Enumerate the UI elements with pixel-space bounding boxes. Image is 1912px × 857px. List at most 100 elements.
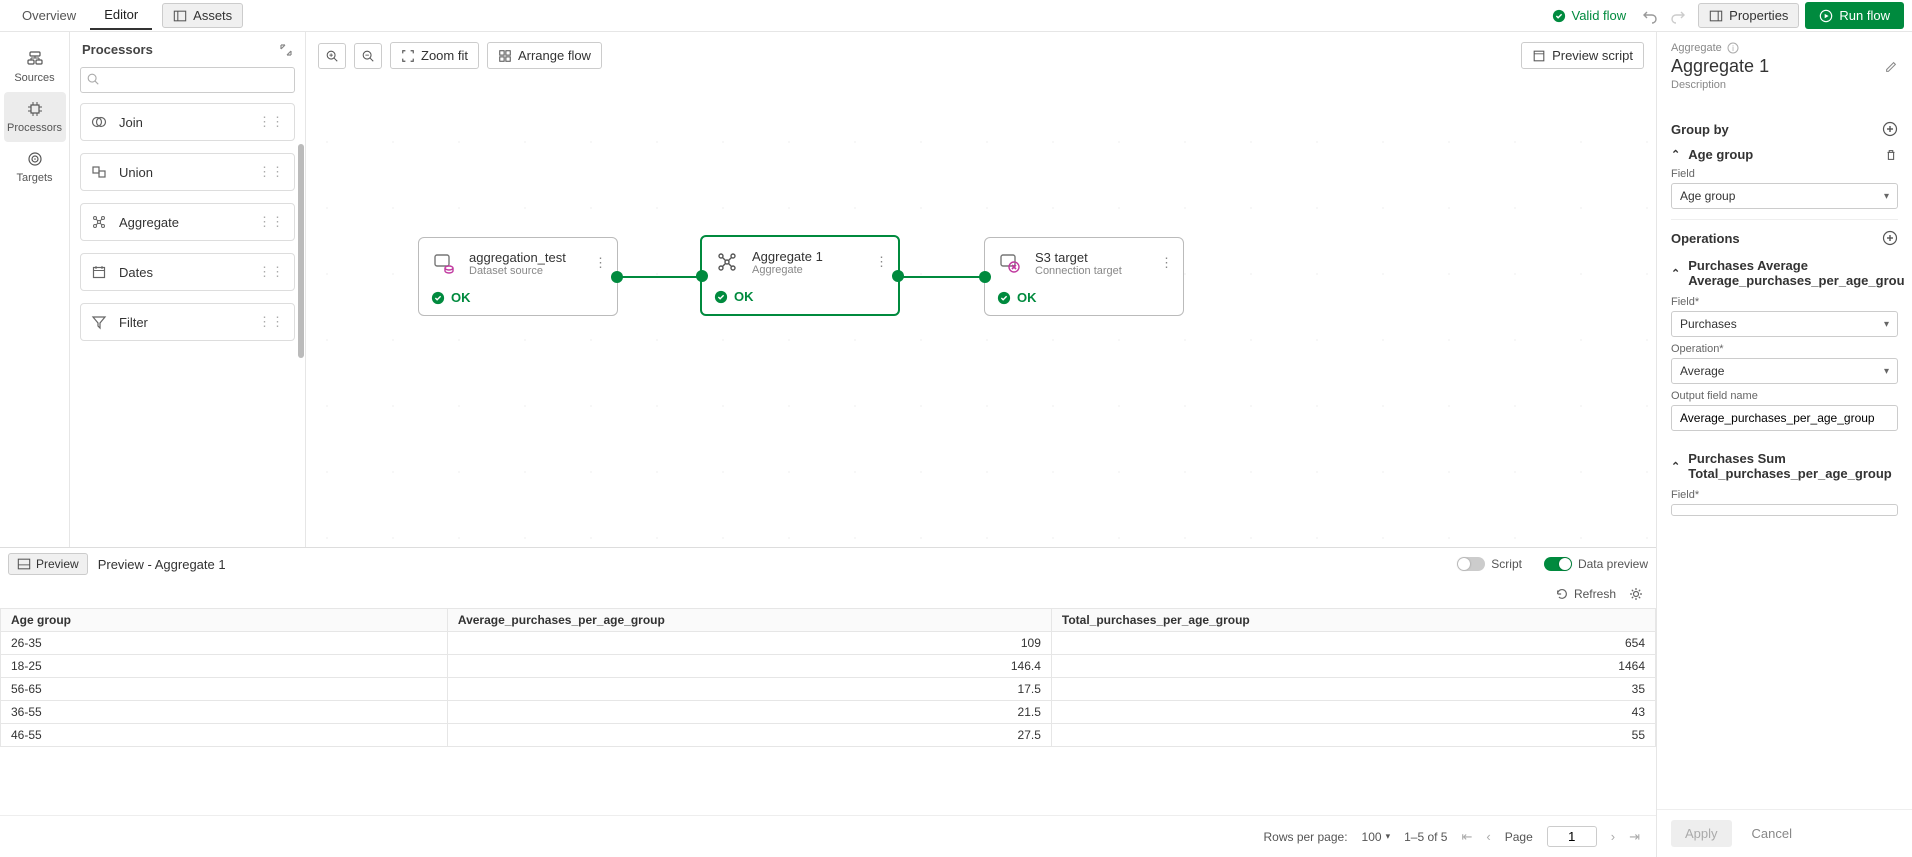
apply-button[interactable]: Apply [1671,820,1732,847]
processors-scrollbar[interactable] [298,144,304,358]
rail-processors[interactable]: Processors [4,92,66,142]
calendar-icon [91,264,107,280]
table-header[interactable]: Age group [1,609,448,632]
table-cell: 55 [1051,724,1655,747]
node-source[interactable]: aggregation_test Dataset source ⋮ OK [418,237,618,316]
refresh-icon [1555,587,1569,601]
node-menu-button[interactable]: ⋮ [594,255,607,271]
trash-icon[interactable] [1884,148,1898,162]
panel-icon [173,9,187,23]
add-icon[interactable] [1882,230,1898,246]
join-icon [91,114,107,130]
info-icon[interactable]: i [1727,42,1739,54]
table-row[interactable]: 46-5527.555 [1,724,1656,747]
table-cell: 26-35 [1,632,448,655]
arrange-flow-button[interactable]: Arrange flow [487,42,602,69]
groupby-field-select[interactable]: Age group ▾ [1671,183,1898,209]
node-aggregate[interactable]: Aggregate 1 Aggregate ⋮ OK [700,235,900,316]
port-out[interactable] [611,271,623,283]
page-label: Page [1505,830,1533,844]
preview-script-button[interactable]: Preview script [1521,42,1644,69]
processor-item-dates[interactable]: Dates ⋮⋮ [80,253,295,291]
processor-item-aggregate[interactable]: Aggregate ⋮⋮ [80,203,295,241]
port-out[interactable] [892,270,904,282]
table-cell: 18-25 [1,655,448,678]
table-row[interactable]: 36-5521.543 [1,701,1656,724]
operation-label: Operation* [1671,343,1898,355]
properties-button[interactable]: Properties [1698,3,1799,28]
collapse-icon[interactable] [279,43,293,57]
check-circle-icon [714,290,728,304]
rail-targets[interactable]: Targets [4,142,66,192]
chevron-up-icon[interactable]: ⌃ [1671,148,1680,161]
svg-text:i: i [1732,44,1734,53]
rows-per-page-select[interactable]: 100 ▾ [1362,830,1391,844]
wire [618,276,698,278]
last-page-button[interactable]: ⇥ [1629,829,1640,845]
table-cell: 1464 [1051,655,1655,678]
assets-button[interactable]: Assets [162,3,243,28]
port-in[interactable] [696,270,708,282]
target-icon [995,248,1025,278]
zoom-out-icon [361,49,375,63]
script-icon [1532,49,1546,63]
table-row[interactable]: 56-6517.535 [1,678,1656,701]
gear-icon[interactable] [1628,586,1644,602]
first-page-button[interactable]: ⇤ [1461,829,1472,845]
rail-sources[interactable]: Sources [4,42,66,92]
table-header[interactable]: Average_purchases_per_age_group [447,609,1051,632]
field-label: Field [1671,168,1898,180]
prev-page-button[interactable]: ‹ [1486,829,1490,844]
processor-item-union[interactable]: Union ⋮⋮ [80,153,295,191]
refresh-button[interactable]: Refresh [1555,587,1616,601]
page-input[interactable] [1547,826,1597,847]
drag-icon: ⋮⋮ [258,264,284,280]
output-field-input[interactable] [1671,405,1898,431]
table-row[interactable]: 18-25146.41464 [1,655,1656,678]
field-label: Field* [1671,489,1898,501]
chevron-up-icon[interactable]: ⌃ [1671,267,1680,280]
op-field-select[interactable] [1671,504,1898,516]
node-target[interactable]: S3 target Connection target ⋮ OK [984,237,1184,316]
page-range: 1–5 of 5 [1404,830,1447,844]
processor-item-join[interactable]: Join ⋮⋮ [80,103,295,141]
add-icon[interactable] [1882,121,1898,137]
tab-editor[interactable]: Editor [90,1,152,30]
cancel-button[interactable]: Cancel [1742,820,1802,847]
node-menu-button[interactable]: ⋮ [875,254,888,270]
drag-icon: ⋮⋮ [258,114,284,130]
port-in[interactable] [979,271,991,283]
run-flow-button[interactable]: Run flow [1805,2,1904,29]
redo-button[interactable] [1664,3,1692,29]
script-toggle[interactable] [1457,557,1485,571]
zoom-in-button[interactable] [318,43,346,69]
undo-button[interactable] [1636,3,1664,29]
redo-icon [1670,8,1686,24]
data-preview-toggle[interactable] [1544,557,1572,571]
data-preview-toggle-label: Data preview [1578,557,1648,571]
preview-label: Preview - Aggregate 1 [98,557,226,572]
chevron-up-icon[interactable]: ⌃ [1671,460,1680,473]
op-field-select[interactable]: Purchases ▾ [1671,311,1898,337]
processor-search-input[interactable] [80,67,295,93]
targets-icon [26,150,44,168]
op-operation-select[interactable]: Average ▾ [1671,358,1898,384]
table-header[interactable]: Total_purchases_per_age_group [1051,609,1655,632]
zoom-out-button[interactable] [354,43,382,69]
preview-toggle-button[interactable]: Preview [8,553,88,575]
next-page-button[interactable]: › [1611,829,1615,844]
undo-icon [1642,8,1658,24]
field-label: Field* [1671,296,1898,308]
processor-item-filter[interactable]: Filter ⋮⋮ [80,303,295,341]
drag-icon: ⋮⋮ [258,164,284,180]
zoom-fit-button[interactable]: Zoom fit [390,42,479,69]
node-menu-button[interactable]: ⋮ [1160,255,1173,271]
fit-icon [401,49,415,63]
tab-overview[interactable]: Overview [8,2,90,29]
table-cell: 17.5 [447,678,1051,701]
table-row[interactable]: 26-35109654 [1,632,1656,655]
chevron-down-icon: ▾ [1884,319,1889,330]
check-circle-icon [1552,9,1566,23]
assets-label: Assets [193,8,232,23]
edit-icon[interactable] [1884,60,1898,74]
